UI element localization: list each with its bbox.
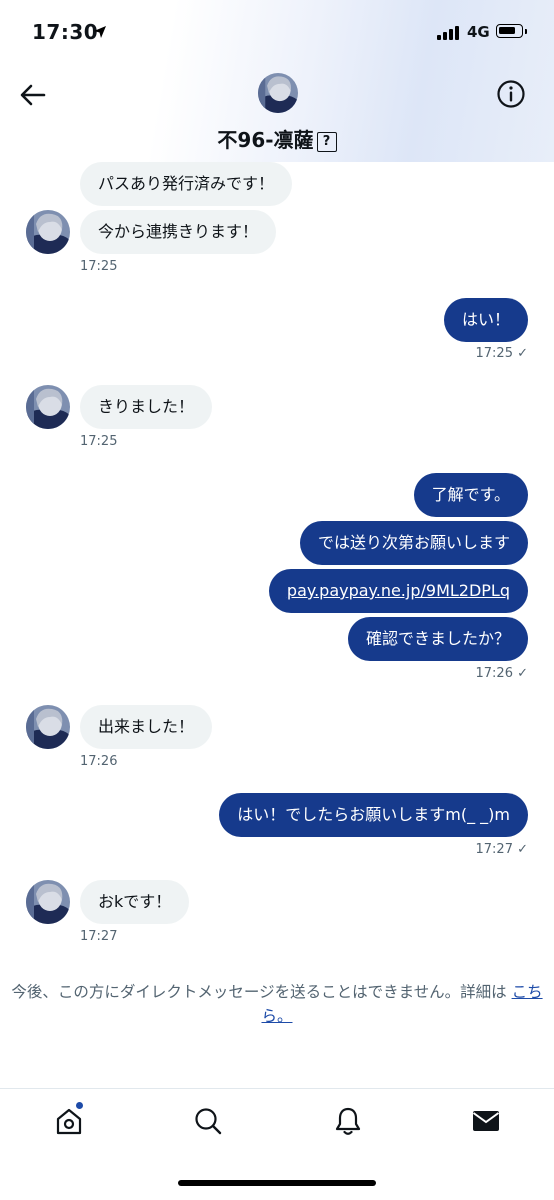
message-timestamp: 17:26 xyxy=(80,754,118,769)
message-timestamp: 17:27 ✓ xyxy=(475,842,529,857)
message-outgoing[interactable]: では送り次第お願いします xyxy=(299,521,528,565)
contact-name: 不96-凛薩 xyxy=(217,128,314,152)
conversation-title[interactable]: 不96-凛薩? xyxy=(0,124,554,153)
contact-avatar[interactable] xyxy=(26,210,70,254)
dm-disabled-notice: 今後、この方にダイレクトメッセージを送ることはできません。詳細は こちら。 xyxy=(10,980,544,1028)
back-arrow-icon[interactable] xyxy=(18,80,48,110)
status-time: 17:30 xyxy=(32,20,99,44)
unknown-glyph-box: ? xyxy=(316,132,337,152)
mail-icon[interactable] xyxy=(471,1106,501,1136)
message-outgoing[interactable]: はい！でしたらお願いしますm(_ _)m xyxy=(219,793,528,837)
notice-text: 今後、この方にダイレクトメッセージを送ることはできません。詳細は xyxy=(11,983,512,1001)
info-icon[interactable] xyxy=(496,79,526,109)
message-outgoing-link[interactable]: pay.paypay.ne.jp/9ML2DPLq xyxy=(268,569,528,613)
signal-icon xyxy=(437,26,463,40)
home-icon[interactable] xyxy=(54,1106,84,1136)
bell-icon[interactable] xyxy=(333,1106,363,1136)
message-incoming[interactable]: きりました！ xyxy=(80,385,213,429)
search-icon[interactable] xyxy=(193,1106,223,1136)
contact-avatar[interactable] xyxy=(26,385,70,429)
message-timestamp: 17:27 xyxy=(80,929,118,944)
message-timestamp: 17:25 ✓ xyxy=(475,346,529,361)
header-avatar[interactable] xyxy=(258,73,298,113)
message-incoming[interactable]: 出来ました！ xyxy=(80,705,213,749)
contact-avatar[interactable] xyxy=(26,705,70,749)
message-timestamp: 17:25 xyxy=(80,259,118,274)
battery-tip xyxy=(525,29,527,34)
battery-icon xyxy=(496,24,523,38)
location-arrow-icon xyxy=(94,26,106,38)
message-outgoing[interactable]: 了解です。 xyxy=(413,473,528,517)
message-timestamp: 17:26 ✓ xyxy=(475,666,529,681)
message-outgoing[interactable]: はい！ xyxy=(443,298,528,342)
payment-link[interactable]: pay.paypay.ne.jp/9ML2DPLq xyxy=(287,581,510,600)
message-outgoing[interactable]: 確認できましたか？ xyxy=(347,617,528,661)
message-incoming[interactable]: パスあり発行済みです！ xyxy=(80,162,293,206)
message-incoming[interactable]: 今から連携きります！ xyxy=(80,210,277,254)
message-incoming[interactable]: おkです！ xyxy=(80,880,190,924)
home-notification-dot xyxy=(76,1102,83,1109)
nav-divider xyxy=(0,1088,554,1089)
network-type: 4G xyxy=(467,23,490,41)
contact-avatar[interactable] xyxy=(26,880,70,924)
message-timestamp: 17:25 xyxy=(80,434,118,449)
home-indicator xyxy=(178,1180,376,1186)
